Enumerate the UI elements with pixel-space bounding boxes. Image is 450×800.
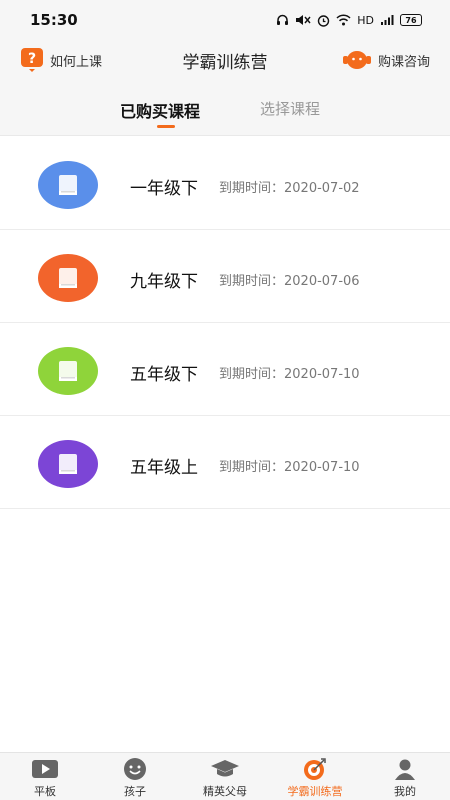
course-expire-date: 到期时间：2020-07-02 [219, 181, 360, 196]
user-icon [393, 757, 417, 781]
course-consult-button[interactable]: 购课咨询 [342, 49, 430, 71]
signal-icon [381, 15, 394, 25]
tab-purchased-courses[interactable]: 已购买课程 [120, 98, 200, 122]
tab-select-courses[interactable]: 选择课程 [260, 98, 320, 119]
nav-item-training-camp[interactable]: 学霸训练营 [270, 753, 360, 800]
how-to-class-button[interactable]: ? 如何上课 [20, 47, 102, 73]
graduation-cap-icon [210, 757, 240, 781]
app-header: 学霸训练营 ? 如何上课 购课咨询 [0, 40, 450, 80]
nav-label: 学霸训练营 [287, 785, 343, 798]
status-time: 15:30 [30, 11, 78, 29]
alarm-icon [318, 14, 330, 27]
headphones-icon [277, 14, 289, 25]
course-expire-date: 到期时间：2020-07-10 [219, 460, 360, 475]
course-expire-date: 到期时间：2020-07-06 [219, 274, 360, 289]
book-icon [38, 440, 98, 488]
question-icon: ? [21, 48, 43, 72]
nav-label: 我的 [394, 785, 416, 798]
nav-label: 平板 [34, 785, 56, 798]
course-item[interactable]: 一年级下 到期时间：2020-07-02 [0, 137, 450, 230]
course-tabs: 已购买课程 选择课程 [0, 80, 450, 136]
nav-label: 精英父母 [203, 785, 247, 798]
course-item[interactable]: 九年级下 到期时间：2020-07-06 [0, 230, 450, 323]
smile-icon [123, 757, 147, 781]
nav-item-mine[interactable]: 我的 [360, 753, 450, 800]
course-name: 五年级下 [130, 365, 198, 385]
course-consult-label: 购课咨询 [377, 54, 430, 70]
status-bar: 15:30 HD 76 [0, 0, 450, 40]
active-tab-indicator [157, 125, 175, 128]
how-to-class-label: 如何上课 [50, 54, 103, 70]
nav-label: 孩子 [124, 785, 146, 798]
book-icon [38, 161, 98, 209]
customer-service-icon [342, 51, 371, 69]
battery-icon: 76 [400, 14, 422, 26]
wifi-icon [336, 14, 351, 26]
nav-item-elite-parents[interactable]: 精英父母 [180, 753, 270, 800]
course-item[interactable]: 五年级上 到期时间：2020-07-10 [0, 416, 450, 509]
course-name: 一年级下 [130, 179, 198, 199]
book-icon [38, 347, 98, 395]
book-icon [38, 254, 98, 302]
target-icon [303, 757, 327, 781]
bottom-nav: 平板 孩子 精英父母 学霸训练营 我的 [0, 752, 450, 800]
course-name: 五年级上 [130, 458, 198, 478]
network-label: HD [357, 13, 374, 27]
mute-icon [296, 15, 311, 25]
status-icons: HD 76 [276, 14, 422, 27]
course-name: 九年级下 [130, 272, 198, 292]
course-expire-date: 到期时间：2020-07-10 [219, 367, 360, 382]
course-list: 一年级下 到期时间：2020-07-02 九年级下 到期时间：2020-07-0… [0, 137, 450, 509]
nav-item-children[interactable]: 孩子 [90, 753, 180, 800]
course-item[interactable]: 五年级下 到期时间：2020-07-10 [0, 323, 450, 416]
svg-text:?: ? [28, 51, 36, 67]
nav-item-tablet[interactable]: 平板 [0, 753, 90, 800]
play-icon [31, 757, 59, 781]
